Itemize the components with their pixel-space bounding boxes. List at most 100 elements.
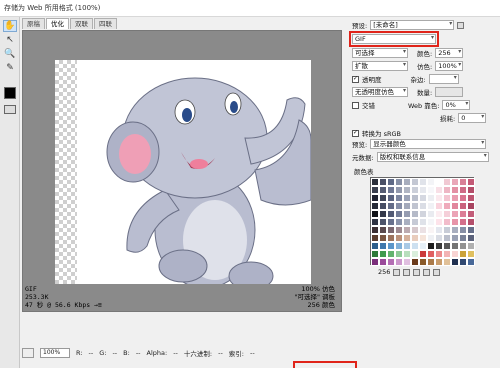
color-swatch[interactable]: [395, 194, 403, 202]
color-swatch[interactable]: [459, 178, 467, 186]
color-swatch[interactable]: [451, 258, 459, 266]
format-select[interactable]: GIF: [349, 31, 439, 47]
color-swatch[interactable]: [435, 218, 443, 226]
color-swatch[interactable]: [435, 186, 443, 194]
preset-select[interactable]: [未命名]: [370, 20, 455, 30]
color-swatch[interactable]: [395, 250, 403, 258]
matte-select[interactable]: [428, 74, 459, 84]
color-swatch[interactable]: [379, 186, 387, 194]
color-swatch[interactable]: [443, 186, 451, 194]
color-swatch[interactable]: [411, 210, 419, 218]
color-swatch[interactable]: [371, 234, 379, 242]
color-swatch[interactable]: [411, 242, 419, 250]
color-swatch[interactable]: [459, 202, 467, 210]
color-swatch[interactable]: [443, 258, 451, 266]
color-swatch[interactable]: [451, 226, 459, 234]
new-color-icon[interactable]: [423, 268, 431, 276]
color-swatch[interactable]: [379, 250, 387, 258]
color-swatch[interactable]: [451, 210, 459, 218]
color-swatch[interactable]: [419, 250, 427, 258]
zoom-tool-icon[interactable]: 🔍: [3, 48, 17, 60]
color-swatch[interactable]: [379, 226, 387, 234]
color-swatch[interactable]: [379, 258, 387, 266]
color-swatch[interactable]: [371, 250, 379, 258]
color-swatch[interactable]: [371, 202, 379, 210]
convert-srgb-checkbox[interactable]: ✓: [352, 129, 359, 137]
color-swatch[interactable]: [411, 234, 419, 242]
color-swatch[interactable]: [387, 210, 395, 218]
color-swatch[interactable]: [467, 242, 475, 250]
color-swatch[interactable]: [411, 178, 419, 186]
zoom-select[interactable]: 100%: [40, 348, 70, 358]
download-speed-menu-icon[interactable]: →≡: [94, 301, 102, 309]
color-swatch[interactable]: [459, 210, 467, 218]
color-swatch[interactable]: [387, 218, 395, 226]
color-swatch[interactable]: [411, 186, 419, 194]
color-swatch[interactable]: [427, 178, 435, 186]
color-swatch[interactable]: [427, 234, 435, 242]
color-swatch[interactable]: [371, 218, 379, 226]
color-swatch[interactable]: [435, 258, 443, 266]
color-swatch[interactable]: [435, 226, 443, 234]
color-swatch[interactable]: [403, 218, 411, 226]
color-swatch[interactable]: [371, 226, 379, 234]
color-swatch[interactable]: [395, 202, 403, 210]
color-swatch[interactable]: [403, 250, 411, 258]
color-swatch[interactable]: [427, 202, 435, 210]
dither-amount-field[interactable]: 100%: [435, 61, 464, 71]
delete-color-icon[interactable]: [433, 268, 441, 276]
color-swatch[interactable]: [395, 258, 403, 266]
color-swatch[interactable]: [403, 234, 411, 242]
color-swatch[interactable]: [395, 210, 403, 218]
color-swatch[interactable]: [435, 234, 443, 242]
color-swatch[interactable]: [419, 234, 427, 242]
interlaced-checkbox[interactable]: [352, 101, 359, 109]
color-swatch[interactable]: [467, 178, 475, 186]
color-reduction-select[interactable]: 可选择: [352, 48, 408, 58]
color-swatch[interactable]: [451, 178, 459, 186]
color-swatch[interactable]: [451, 234, 459, 242]
color-swatch[interactable]: [411, 194, 419, 202]
color-swatch[interactable]: [419, 226, 427, 234]
color-swatch[interactable]: [419, 218, 427, 226]
color-swatch[interactable]: [427, 242, 435, 250]
color-swatch[interactable]: [427, 226, 435, 234]
color-swatch[interactable]: [395, 226, 403, 234]
color-swatch[interactable]: [435, 202, 443, 210]
color-swatch[interactable]: [387, 242, 395, 250]
color-table-grid[interactable]: [370, 177, 475, 266]
color-swatch[interactable]: [451, 194, 459, 202]
map-to-transparent-icon[interactable]: [393, 268, 401, 276]
color-swatch[interactable]: [459, 250, 467, 258]
color-swatch[interactable]: [443, 202, 451, 210]
color-swatch[interactable]: [403, 226, 411, 234]
dither-algorithm-select[interactable]: 扩散: [352, 61, 408, 71]
color-swatch[interactable]: [443, 210, 451, 218]
color-swatch[interactable]: [451, 186, 459, 194]
color-swatch[interactable]: [459, 242, 467, 250]
preview-canvas[interactable]: GIF 253.3K 47 秒 @ 56.6 Kbps →≡ 100% 仿色 "…: [22, 30, 342, 312]
color-swatch[interactable]: [419, 210, 427, 218]
tab-optimized[interactable]: 优化: [46, 18, 69, 29]
tab-original[interactable]: 原稿: [22, 18, 45, 29]
color-swatch[interactable]: [435, 250, 443, 258]
color-swatch[interactable]: [443, 242, 451, 250]
preview-select[interactable]: 显示器颜色: [370, 139, 487, 149]
color-swatch[interactable]: [371, 194, 379, 202]
color-swatch[interactable]: [387, 258, 395, 266]
color-swatch[interactable]: [435, 178, 443, 186]
zoom-out-button[interactable]: [22, 348, 34, 358]
color-swatch[interactable]: [451, 250, 459, 258]
color-swatch[interactable]: [411, 258, 419, 266]
color-swatch[interactable]: [371, 178, 379, 186]
color-swatch[interactable]: [403, 202, 411, 210]
color-swatch[interactable]: [419, 258, 427, 266]
color-swatch[interactable]: [379, 218, 387, 226]
color-swatch[interactable]: [459, 258, 467, 266]
color-swatch[interactable]: [459, 194, 467, 202]
color-swatch[interactable]: [427, 210, 435, 218]
color-swatch[interactable]: [379, 178, 387, 186]
color-swatch[interactable]: [395, 218, 403, 226]
color-swatch[interactable]: [435, 210, 443, 218]
color-swatch[interactable]: [403, 242, 411, 250]
